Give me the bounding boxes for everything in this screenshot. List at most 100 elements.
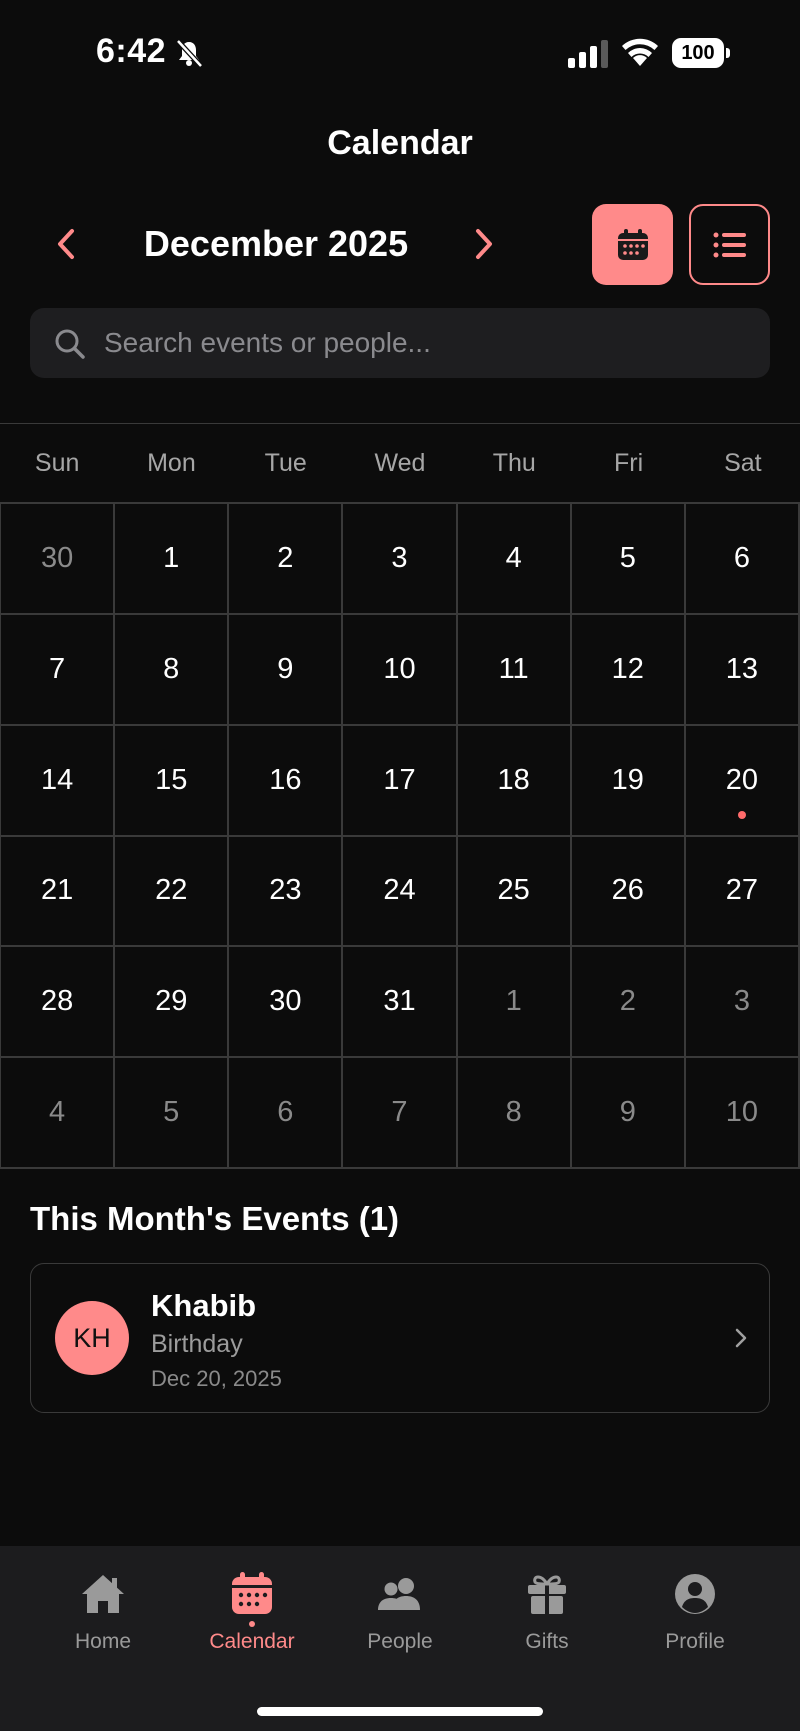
calendar-day[interactable]: 4 bbox=[1, 1058, 116, 1169]
calendar-day[interactable]: 8 bbox=[115, 614, 230, 726]
calendar-day[interactable]: 7 bbox=[343, 1058, 458, 1169]
calendar-day[interactable]: 15 bbox=[115, 725, 230, 837]
calendar-day[interactable]: 23 bbox=[229, 836, 344, 948]
active-tab-dot bbox=[249, 1621, 255, 1627]
signal-icon bbox=[568, 40, 608, 68]
calendar-day[interactable]: 25 bbox=[457, 836, 572, 948]
calendar-day[interactable]: 5 bbox=[571, 504, 686, 615]
tab-label: Calendar bbox=[209, 1630, 295, 1653]
calendar-day[interactable]: 9 bbox=[229, 614, 344, 726]
calendar-day[interactable]: 28 bbox=[1, 947, 116, 1059]
wifi-icon bbox=[622, 38, 658, 66]
calendar-day[interactable]: 17 bbox=[343, 725, 458, 837]
day-number: 24 bbox=[383, 874, 416, 907]
calendar-day[interactable]: 10 bbox=[685, 1058, 800, 1169]
calendar-day[interactable]: 24 bbox=[343, 836, 458, 948]
day-number: 4 bbox=[49, 1096, 66, 1129]
day-number: 15 bbox=[155, 763, 188, 796]
calendar-day[interactable]: 26 bbox=[571, 836, 686, 948]
day-number: 7 bbox=[391, 1096, 408, 1129]
tab-label: People bbox=[367, 1630, 433, 1653]
gift-icon bbox=[528, 1575, 566, 1614]
calendar-day[interactable]: 29 bbox=[115, 947, 230, 1059]
list-view-button[interactable] bbox=[689, 204, 770, 285]
calendar-day[interactable]: 16 bbox=[229, 725, 344, 837]
calendar-grid: 30 1 2 3 4 5 6 7 8 9 10 11 12 13 14 15 16 17 18 19 20 21 22 23 2… bbox=[0, 502, 800, 1169]
bell-off-icon bbox=[176, 39, 203, 68]
calendar-day[interactable]: 21 bbox=[1, 836, 116, 948]
day-number: 2 bbox=[619, 985, 636, 1018]
day-number: 29 bbox=[155, 985, 188, 1018]
calendar-day[interactable]: 8 bbox=[457, 1058, 572, 1169]
calendar-day[interactable]: 20 bbox=[685, 725, 800, 837]
home-icon bbox=[82, 1575, 124, 1613]
day-number: 3 bbox=[733, 985, 750, 1018]
event-type: Birthday bbox=[151, 1330, 243, 1358]
home-indicator[interactable] bbox=[257, 1707, 543, 1716]
day-number: 8 bbox=[505, 1096, 522, 1129]
events-section-title: This Month's Events (1) bbox=[30, 1200, 400, 1237]
tab-home[interactable]: Home bbox=[43, 1570, 163, 1670]
calendar-day[interactable]: 9 bbox=[571, 1058, 686, 1169]
tab-gifts[interactable]: Gifts bbox=[487, 1570, 607, 1670]
battery-icon: 100 bbox=[672, 38, 730, 68]
previous-month-button[interactable] bbox=[46, 222, 86, 266]
day-number: 9 bbox=[277, 652, 294, 685]
search-bar[interactable] bbox=[30, 308, 770, 378]
avatar: KH bbox=[55, 1301, 129, 1375]
calendar-day[interactable]: 6 bbox=[685, 504, 800, 615]
calendar-day[interactable]: 19 bbox=[571, 725, 686, 837]
search-input[interactable] bbox=[104, 308, 744, 378]
day-number: 31 bbox=[383, 985, 416, 1018]
calendar-day[interactable]: 1 bbox=[115, 504, 230, 615]
weekday-label: Thu bbox=[492, 449, 536, 477]
calendar-day[interactable]: 30 bbox=[1, 504, 116, 615]
tab-label: Gifts bbox=[525, 1630, 569, 1653]
day-number: 9 bbox=[619, 1096, 636, 1129]
chevron-right-icon bbox=[476, 229, 492, 259]
event-name: Khabib bbox=[151, 1288, 257, 1323]
calendar-day[interactable]: 6 bbox=[229, 1058, 344, 1169]
calendar-day[interactable]: 7 bbox=[1, 614, 116, 726]
status-bar: 6:42 100 bbox=[0, 0, 800, 110]
day-number: 30 bbox=[40, 541, 74, 574]
weekday-label: Sat bbox=[724, 449, 762, 477]
calendar-day[interactable]: 2 bbox=[571, 947, 686, 1059]
calendar-day[interactable]: 14 bbox=[1, 725, 116, 837]
day-number: 23 bbox=[269, 874, 302, 907]
day-number: 30 bbox=[269, 985, 302, 1018]
calendar-day[interactable]: 18 bbox=[457, 725, 572, 837]
tab-people[interactable]: People bbox=[340, 1570, 460, 1670]
calendar-day[interactable]: 10 bbox=[343, 614, 458, 726]
next-month-button[interactable] bbox=[464, 222, 504, 266]
calendar-day[interactable]: 3 bbox=[343, 504, 458, 615]
weekday-label: Fri bbox=[613, 449, 644, 477]
calendar-day[interactable]: 30 bbox=[229, 947, 344, 1059]
battery-tip bbox=[726, 48, 730, 58]
calendar-day[interactable]: 2 bbox=[229, 504, 344, 615]
calendar-day[interactable]: 4 bbox=[457, 504, 572, 615]
calendar-day[interactable]: 11 bbox=[457, 614, 572, 726]
calendar-day[interactable]: 27 bbox=[685, 836, 800, 948]
calendar-day[interactable]: 31 bbox=[343, 947, 458, 1059]
calendar-day[interactable]: 12 bbox=[571, 614, 686, 726]
chevron-right-icon bbox=[735, 1328, 747, 1348]
calendar-day[interactable]: 13 bbox=[685, 614, 800, 726]
tab-profile[interactable]: Profile bbox=[635, 1570, 755, 1670]
day-number: 1 bbox=[505, 985, 522, 1018]
calendar-day[interactable]: 5 bbox=[115, 1058, 230, 1169]
tab-calendar[interactable]: Calendar bbox=[192, 1570, 312, 1670]
status-time: 6:42 bbox=[96, 32, 167, 70]
calendar-day[interactable]: 3 bbox=[685, 947, 800, 1059]
day-number: 2 bbox=[277, 541, 294, 574]
calendar-day[interactable]: 22 bbox=[115, 836, 230, 948]
day-number: 16 bbox=[269, 763, 302, 796]
day-number: 19 bbox=[611, 763, 644, 796]
calendar-view-button[interactable] bbox=[592, 204, 673, 285]
day-number: 22 bbox=[155, 874, 188, 907]
people-icon bbox=[378, 1578, 420, 1610]
calendar-day[interactable]: 1 bbox=[457, 947, 572, 1059]
event-card[interactable]: KH Khabib Birthday Dec 20, 2025 bbox=[30, 1263, 770, 1413]
tab-label: Profile bbox=[665, 1630, 725, 1653]
day-number: 17 bbox=[383, 763, 416, 796]
